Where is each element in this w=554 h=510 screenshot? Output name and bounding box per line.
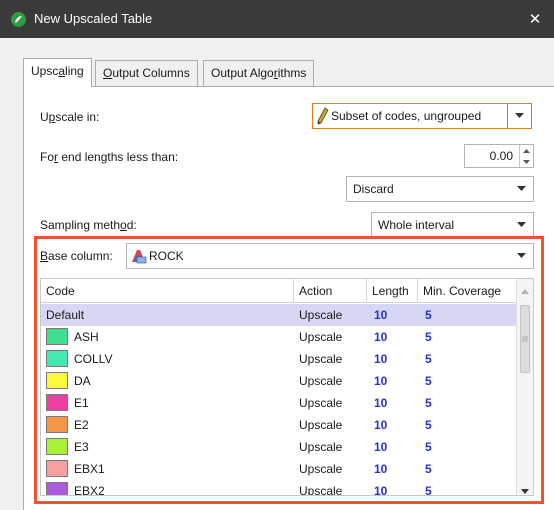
close-icon: ✕ — [528, 11, 542, 28]
base-column-label: Base column: — [40, 249, 113, 263]
scrollbar-thumb[interactable] — [520, 305, 530, 373]
scroll-up-icon[interactable] — [521, 283, 529, 297]
action-cell: Upscale — [299, 484, 343, 496]
code-cell: EBX1 — [74, 462, 105, 476]
code-cell: EBX2 — [74, 484, 105, 496]
action-cell: Upscale — [299, 396, 343, 410]
chevron-down-icon — [507, 104, 531, 128]
table-row[interactable]: COLLV Upscale 10 5 — [41, 348, 516, 370]
min-coverage-cell: 5 — [425, 308, 432, 322]
length-cell: 10 — [374, 396, 388, 410]
action-cell: Upscale — [299, 308, 343, 322]
end-lengths-spinbox[interactable]: 0.00 — [464, 144, 534, 168]
min-coverage-cell: 5 — [425, 396, 432, 410]
base-column-value: ROCK — [149, 249, 184, 263]
action-cell: Upscale — [299, 330, 343, 344]
length-cell: 10 — [374, 352, 388, 366]
table-row[interactable]: Default Upscale 10 5 — [41, 304, 516, 326]
min-coverage-cell: 5 — [425, 462, 432, 476]
tab-upscaling[interactable]: Upscaling — [23, 58, 92, 87]
chevron-down-icon — [509, 213, 533, 237]
code-cell: COLLV — [74, 352, 113, 366]
upscale-in-combo[interactable]: Subset of codes, ungrouped — [312, 103, 532, 129]
vertical-scrollbar[interactable] — [516, 279, 533, 495]
min-coverage-cell: 5 — [425, 374, 432, 388]
action-cell: Upscale — [299, 374, 343, 388]
spin-up-icon[interactable] — [520, 145, 533, 156]
end-action-value: Discard — [353, 182, 394, 196]
tab-output-columns[interactable]: Output Columns — [95, 60, 198, 87]
length-cell: 10 — [374, 308, 388, 322]
length-cell: 10 — [374, 462, 388, 476]
codes-table: Code Action Length Min. Coverage Default… — [40, 278, 534, 496]
chevron-down-icon — [509, 177, 533, 201]
tab-output-algorithms[interactable]: Output Algorithms — [203, 60, 315, 87]
chevron-down-icon — [509, 244, 533, 268]
spin-down-icon[interactable] — [520, 156, 533, 167]
min-coverage-cell: 5 — [425, 330, 432, 344]
end-lengths-value: 0.00 — [489, 149, 513, 163]
color-swatch[interactable] — [46, 416, 68, 433]
column-header-action[interactable]: Action — [294, 279, 367, 303]
length-cell: 10 — [374, 440, 388, 454]
min-coverage-cell: 5 — [425, 484, 432, 496]
code-cell: DA — [74, 374, 91, 388]
sampling-method-value: Whole interval — [378, 218, 455, 232]
table-row[interactable]: EBX2 Upscale 10 5 — [41, 480, 516, 496]
base-column-combo[interactable]: ROCK — [126, 243, 534, 269]
color-swatch[interactable] — [46, 350, 68, 367]
app-icon — [11, 12, 26, 27]
code-cell: E3 — [74, 440, 89, 454]
color-swatch[interactable] — [46, 372, 68, 389]
sampling-method-combo[interactable]: Whole interval — [371, 212, 534, 238]
color-swatch[interactable] — [46, 328, 68, 345]
upscale-in-value: Subset of codes, ungrouped — [331, 109, 482, 123]
title-bar: New Upscaled Table ✕ — [0, 0, 554, 38]
close-button[interactable]: ✕ — [522, 6, 548, 32]
table-row[interactable]: E1 Upscale 10 5 — [41, 392, 516, 414]
table-row[interactable]: EBX1 Upscale 10 5 — [41, 458, 516, 480]
action-cell: Upscale — [299, 440, 343, 454]
end-action-combo[interactable]: Discard — [346, 176, 534, 202]
color-swatch[interactable] — [46, 482, 68, 495]
table-row[interactable]: DA Upscale 10 5 — [41, 370, 516, 392]
min-coverage-cell: 5 — [425, 418, 432, 432]
code-cell: ASH — [74, 330, 99, 344]
column-header-code[interactable]: Code — [41, 279, 294, 303]
code-cell: E1 — [74, 396, 89, 410]
end-lengths-label: For end lengths less than: — [40, 150, 179, 164]
code-cell: E2 — [74, 418, 89, 432]
table-row[interactable]: ASH Upscale 10 5 — [41, 326, 516, 348]
sampling-method-label: Sampling method: — [40, 218, 137, 232]
length-cell: 10 — [374, 418, 388, 432]
color-swatch[interactable] — [46, 438, 68, 455]
color-swatch[interactable] — [46, 460, 68, 477]
action-cell: Upscale — [299, 418, 343, 432]
min-coverage-cell: 5 — [425, 352, 432, 366]
code-cell: Default — [46, 308, 85, 322]
length-cell: 10 — [374, 484, 388, 496]
column-table-icon — [127, 248, 147, 264]
pencil-icon — [313, 107, 329, 125]
window-title: New Upscaled Table — [34, 11, 153, 26]
color-swatch[interactable] — [46, 394, 68, 411]
column-header-length[interactable]: Length — [367, 279, 418, 303]
length-cell: 10 — [374, 374, 388, 388]
column-header-min-coverage[interactable]: Min. Coverage — [418, 279, 516, 303]
action-cell: Upscale — [299, 462, 343, 476]
upscale-in-label: Upscale in: — [40, 110, 100, 124]
table-row[interactable]: E3 Upscale 10 5 — [41, 436, 516, 458]
action-cell: Upscale — [299, 352, 343, 366]
table-header: Code Action Length Min. Coverage — [41, 279, 516, 303]
length-cell: 10 — [374, 330, 388, 344]
min-coverage-cell: 5 — [425, 440, 432, 454]
scroll-down-icon[interactable] — [521, 483, 529, 495]
table-row[interactable]: E2 Upscale 10 5 — [41, 414, 516, 436]
